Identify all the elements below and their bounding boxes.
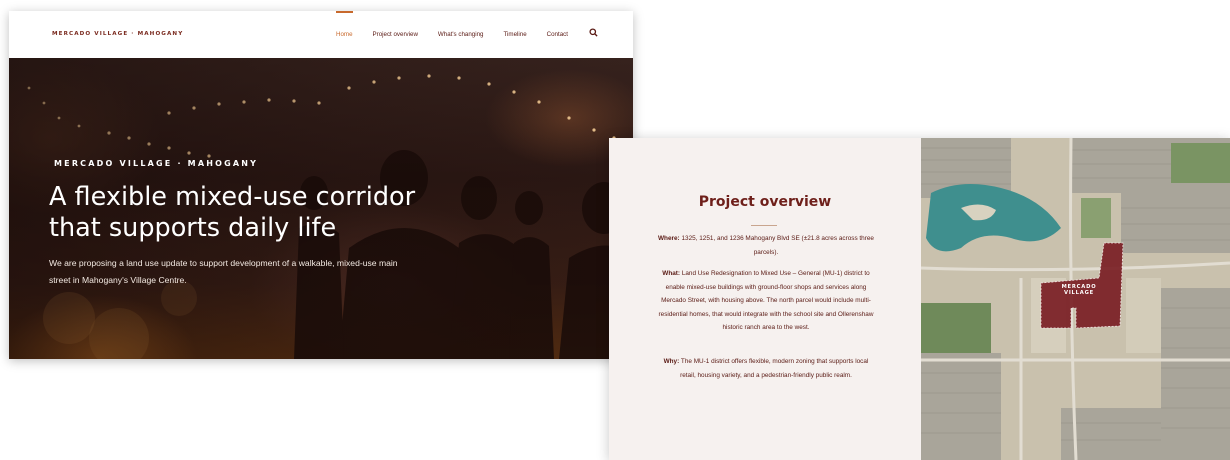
what-paragraph: What: Land Use Redesignation to Mixed Us… <box>657 267 875 335</box>
overview-text-panel: Project overview Where: 1325, 1251, and … <box>609 138 921 460</box>
why-paragraph: Why: The MU-1 district offers flexible, … <box>657 355 875 382</box>
where-text: 1325, 1251, and 1236 Mahogany Blvd SE (±… <box>681 235 874 256</box>
nav-link-contact[interactable]: Contact <box>547 11 568 58</box>
aerial-image <box>921 138 1230 460</box>
top-navigation: MERCADO VILLAGE · MAHOGANY Home Project … <box>9 11 633 58</box>
what-label: What: <box>662 270 681 277</box>
where-paragraph: Where: 1325, 1251, and 1236 Mahogany Blv… <box>657 232 875 259</box>
where-label: Where: <box>658 235 680 242</box>
site-brand[interactable]: MERCADO VILLAGE · MAHOGANY <box>52 31 183 37</box>
nav-link-timeline[interactable]: Timeline <box>503 11 526 58</box>
project-overview-section: Project overview Where: 1325, 1251, and … <box>609 138 1230 460</box>
title-divider <box>751 225 777 226</box>
map-site-label: MERCADO VILLAGE <box>1061 284 1097 296</box>
hero-banner: MERCADO VILLAGE · MAHOGANY A flexible mi… <box>9 58 633 359</box>
hero-title: A flexible mixed-use corridor that suppo… <box>49 182 416 243</box>
nav-link-whats-changing[interactable]: What's changing <box>438 11 484 58</box>
search-icon[interactable] <box>589 28 598 37</box>
overview-title: Project overview <box>698 194 832 210</box>
nav-link-project-overview[interactable]: Project overview <box>373 11 418 58</box>
what-text: Land Use Redesignation to Mixed Use – Ge… <box>658 270 874 331</box>
site-aerial-map: MERCADO VILLAGE <box>921 138 1230 460</box>
hero-description: We are proposing a land use update to su… <box>49 258 398 285</box>
nav-link-home[interactable]: Home <box>336 11 353 58</box>
homepage-screenshot: MERCADO VILLAGE · MAHOGANY Home Project … <box>9 11 633 359</box>
why-label: Why: <box>663 358 680 365</box>
hero-kicker: MERCADO VILLAGE · MAHOGANY <box>54 159 259 168</box>
nav-links: Home Project overview What's changing Ti… <box>336 11 588 58</box>
why-text: The MU-1 district offers flexible, moder… <box>680 358 869 379</box>
